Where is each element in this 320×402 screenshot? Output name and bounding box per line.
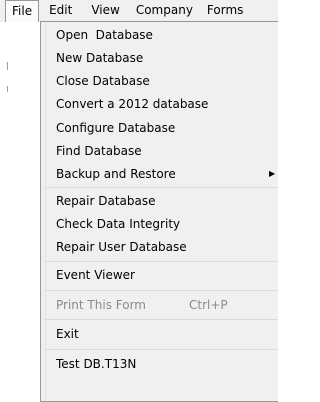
menu-item-shortcut: Ctrl+P (189, 298, 228, 312)
submenu-arrow-icon: ▶ (269, 169, 276, 178)
menu-item-label: Check Data Integrity (56, 217, 181, 231)
menu-item-label: Repair User Database (56, 240, 187, 254)
menu-item-label: Print This Form (56, 298, 146, 312)
menu-item-label: New Database (56, 51, 144, 65)
menu-view[interactable]: View (85, 0, 125, 22)
menu-item-label: Close Database (56, 74, 150, 88)
menu-item-repair-database[interactable]: Repair Database (41, 190, 278, 212)
menu-item-label: Event Viewer (56, 268, 135, 282)
menu-item-label: Exit (56, 327, 79, 341)
menu-bar: File Edit View Company Forms (0, 0, 278, 22)
file-menu-dropdown: Open Database New Database Close Databas… (40, 21, 278, 402)
menu-item-print-this-form: Print This Form Ctrl+P (41, 294, 278, 316)
menu-edit[interactable]: Edit (43, 0, 78, 22)
menu-item-label: Repair Database (56, 194, 156, 208)
menu-item-label: Configure Database (56, 121, 176, 135)
menu-item-new-database[interactable]: New Database (41, 47, 278, 69)
menu-item-label: Convert a 2012 database (56, 97, 209, 111)
menu-item-recent-database[interactable]: Test DB.T13N (41, 353, 278, 375)
menu-item-convert-2012-database[interactable]: Convert a 2012 database (41, 93, 278, 115)
menu-item-configure-database[interactable]: Configure Database (41, 117, 278, 139)
menu-item-find-database[interactable]: Find Database (41, 140, 278, 162)
menu-item-event-viewer[interactable]: Event Viewer (41, 264, 278, 286)
menu-item-label: Backup and Restore (56, 167, 176, 181)
menu-separator (45, 290, 278, 291)
menu-item-label: Find Database (56, 144, 142, 158)
menu-separator (45, 349, 278, 350)
menu-forms[interactable]: Forms (201, 0, 249, 22)
menu-item-check-data-integrity[interactable]: Check Data Integrity (41, 213, 278, 235)
menu-company[interactable]: Company (130, 0, 199, 22)
menu-item-close-database[interactable]: Close Database (41, 70, 278, 92)
menu-item-exit[interactable]: Exit (41, 323, 278, 345)
menu-separator (45, 261, 278, 262)
menu-item-open-database[interactable]: Open Database (41, 24, 278, 46)
menu-item-label: Open Database (56, 28, 153, 42)
menu-item-repair-user-database[interactable]: Repair User Database (41, 236, 278, 258)
background-border-fragment (7, 62, 8, 70)
background-border-fragment (7, 86, 8, 92)
menu-separator (45, 187, 278, 188)
menu-file[interactable]: File (5, 0, 40, 22)
menu-item-label: Test DB.T13N (56, 357, 137, 371)
menu-separator (45, 319, 278, 320)
menu-item-backup-and-restore[interactable]: Backup and Restore ▶ (41, 163, 278, 185)
